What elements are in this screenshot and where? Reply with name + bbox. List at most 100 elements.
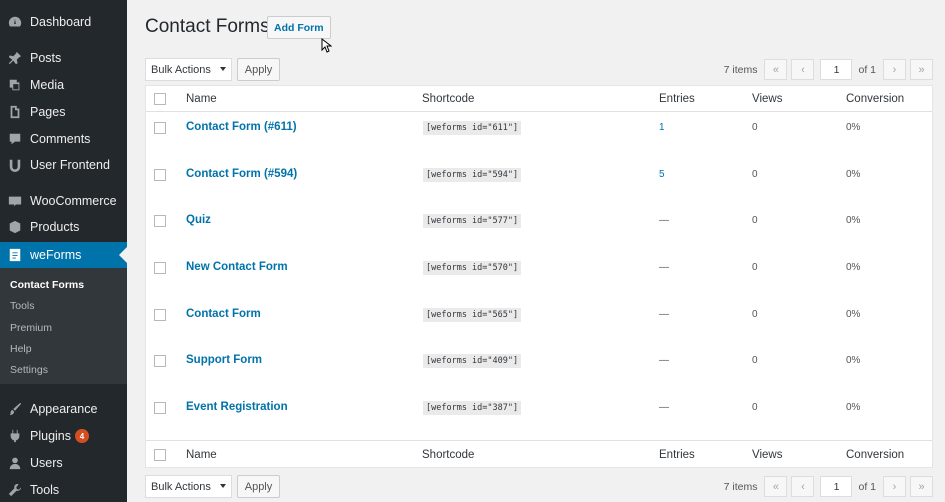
menu-label: Dashboard	[30, 15, 92, 29]
column-name[interactable]: Name	[186, 93, 217, 105]
form-name-link[interactable]: New Contact Form	[186, 261, 288, 273]
table-row: Support Form [weforms id="409"] — 0 0%	[146, 346, 932, 392]
form-name-link[interactable]: Contact Form (#594)	[186, 168, 297, 180]
next-page-button[interactable]: ›	[883, 59, 906, 80]
current-page-input[interactable]: 1	[820, 59, 853, 80]
caret-down-icon	[220, 484, 226, 488]
brush-icon	[8, 402, 22, 416]
shortcode: [weforms id="594"]	[423, 168, 522, 182]
page-title: Contact Forms	[145, 16, 270, 37]
current-page-input[interactable]: 1	[820, 476, 853, 497]
active-arrow	[119, 247, 127, 263]
menu-dashboard[interactable]: Dashboard	[0, 9, 127, 35]
wrench-icon	[8, 483, 22, 497]
conversion-rate: 0%	[846, 402, 861, 413]
weforms-submenu: Contact Forms Tools Premium Help Setting…	[0, 268, 127, 384]
entries-count: —	[659, 309, 669, 320]
form-name-link[interactable]: Event Registration	[186, 401, 288, 413]
row-checkbox[interactable]	[154, 262, 166, 274]
menu-label: Plugins	[30, 429, 71, 443]
conversion-rate: 0%	[846, 169, 861, 180]
menu-weforms[interactable]: weForms	[0, 242, 127, 268]
admin-sidebar: Dashboard Posts Media Pages Comments Use…	[0, 0, 127, 502]
menu-label: Media	[30, 78, 65, 92]
entries-count: —	[659, 215, 669, 226]
submenu-premium[interactable]: Premium	[10, 322, 52, 334]
prev-page-button[interactable]: ‹	[791, 476, 815, 497]
total-pages: of 1	[858, 63, 876, 76]
menu-tools[interactable]: Tools	[0, 477, 127, 502]
form-name-link[interactable]: Support Form	[186, 354, 262, 366]
pagination: 7 items « ‹ 1 of 1 › »	[724, 475, 933, 498]
comment-icon	[8, 132, 22, 146]
menu-comments[interactable]: Comments	[0, 126, 127, 152]
apply-button[interactable]: Apply	[237, 475, 280, 498]
menu-label: User Frontend	[30, 158, 110, 172]
row-checkbox[interactable]	[154, 402, 166, 414]
submenu-tools[interactable]: Tools	[10, 300, 35, 312]
select-all-checkbox[interactable]	[154, 93, 166, 105]
entries-count: —	[659, 355, 669, 366]
submenu-settings[interactable]: Settings	[10, 364, 48, 376]
main-content: Contact Forms Add Form Bulk Actions Appl…	[127, 0, 945, 502]
column-entries: Entries	[659, 449, 695, 461]
entries-link[interactable]: 1	[659, 122, 665, 133]
woo-icon	[8, 194, 22, 208]
media-icon	[8, 78, 22, 92]
pagination: 7 items « ‹ 1 of 1 › »	[724, 58, 933, 81]
menu-pages[interactable]: Pages	[0, 99, 127, 125]
row-checkbox[interactable]	[154, 122, 166, 134]
views-count: 0	[752, 309, 758, 320]
select-all-checkbox-footer[interactable]	[154, 449, 166, 461]
menu-users[interactable]: Users	[0, 450, 127, 476]
add-form-button[interactable]: Add Form	[267, 16, 331, 39]
first-page-button[interactable]: «	[764, 59, 788, 80]
conversion-rate: 0%	[846, 215, 861, 226]
first-page-button[interactable]: «	[764, 476, 788, 497]
column-name[interactable]: Name	[186, 449, 217, 461]
table-row: Contact Form (#611) [weforms id="611"] 1…	[146, 113, 932, 159]
table-header: Name Shortcode Entries Views Conversion	[146, 86, 932, 112]
mouse-pointer-icon	[321, 38, 332, 53]
caret-down-icon	[220, 67, 226, 71]
row-checkbox[interactable]	[154, 309, 166, 321]
menu-plugins[interactable]: Plugins 4	[0, 423, 127, 449]
menu-label: Products	[30, 220, 80, 234]
shortcode: [weforms id="409"]	[423, 354, 522, 368]
menu-posts[interactable]: Posts	[0, 45, 127, 71]
menu-appearance[interactable]: Appearance	[0, 396, 127, 422]
column-conversion: Conversion	[846, 449, 905, 461]
shortcode: [weforms id="570"]	[423, 261, 522, 275]
plug-icon	[8, 429, 22, 443]
items-count: 7 items	[723, 480, 758, 493]
bulk-actions-select[interactable]: Bulk Actions	[145, 58, 232, 81]
form-name-link[interactable]: Quiz	[186, 214, 211, 226]
prev-page-button[interactable]: ‹	[791, 59, 815, 80]
entries-count: —	[659, 402, 669, 413]
bulk-actions-select[interactable]: Bulk Actions	[145, 475, 232, 498]
apply-button[interactable]: Apply	[237, 58, 280, 81]
row-checkbox[interactable]	[154, 169, 166, 181]
views-count: 0	[752, 262, 758, 273]
form-name-link[interactable]: Contact Form	[186, 308, 261, 320]
last-page-button[interactable]: »	[910, 476, 933, 497]
menu-woocommerce[interactable]: WooCommerce	[0, 188, 127, 214]
menu-label: Pages	[30, 105, 66, 119]
row-checkbox[interactable]	[154, 215, 166, 227]
conversion-rate: 0%	[846, 262, 861, 273]
last-page-button[interactable]: »	[910, 59, 933, 80]
menu-media[interactable]: Media	[0, 72, 127, 98]
entries-link[interactable]: 5	[659, 169, 665, 180]
total-pages: of 1	[858, 480, 876, 493]
table-row: Quiz [weforms id="577"] — 0 0%	[146, 206, 932, 252]
form-name-link[interactable]: Contact Form (#611)	[186, 121, 297, 133]
tablenav-bottom: Bulk Actions Apply 7 items « ‹ 1 of 1 › …	[145, 475, 933, 499]
frontend-icon	[8, 158, 22, 172]
menu-user-frontend[interactable]: User Frontend	[0, 152, 127, 178]
row-checkbox[interactable]	[154, 355, 166, 367]
menu-products[interactable]: Products	[0, 214, 127, 240]
bulk-actions-label: Bulk Actions	[151, 63, 211, 76]
submenu-contact-forms[interactable]: Contact Forms	[10, 279, 84, 291]
submenu-help[interactable]: Help	[10, 343, 32, 355]
next-page-button[interactable]: ›	[883, 476, 906, 497]
